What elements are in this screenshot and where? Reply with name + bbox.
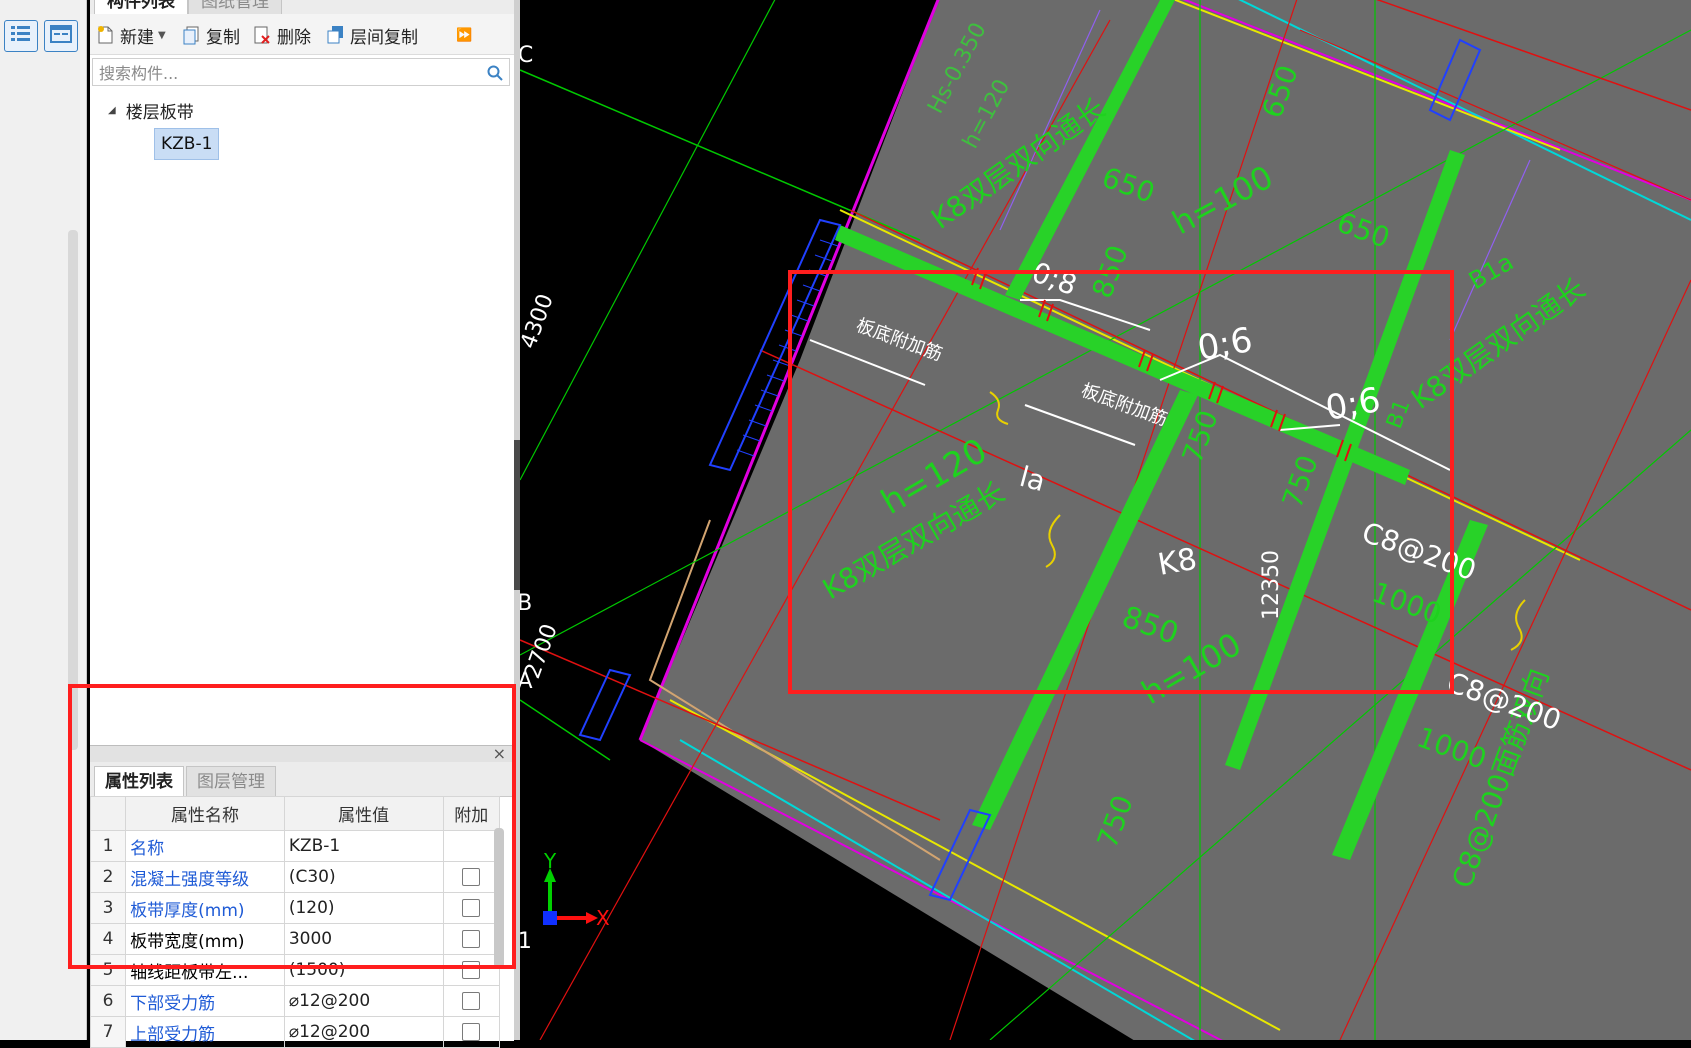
extra-checkbox[interactable]	[462, 961, 481, 979]
window-view-button[interactable]	[44, 20, 78, 52]
close-icon[interactable]: ×	[493, 744, 506, 763]
list-icon	[10, 24, 32, 48]
property-name: 上部受力筋	[125, 1016, 285, 1048]
tab-layer-manage[interactable]: 图层管理	[186, 766, 276, 797]
component-list-panel: 构件列表 图纸管理 新建 ▼ 复制 删除 层间复制 ⏩ ◢ 楼层板带 KZB-1	[90, 0, 515, 745]
property-tabs: 属性列表 图层管理	[90, 762, 514, 797]
dropdown-arrow-icon: ▼	[158, 29, 166, 41]
extra-checkbox[interactable]	[462, 992, 481, 1010]
property-value[interactable]: 3000	[283, 923, 444, 955]
window-icon	[50, 24, 72, 48]
tab-drawing-manage[interactable]: 图纸管理	[188, 0, 282, 14]
component-toolbar: 新建 ▼ 复制 删除 层间复制 ⏩	[90, 14, 514, 55]
axis-y-label: Y	[543, 849, 557, 873]
row-index: 2	[89, 861, 127, 893]
floor-copy-button[interactable]: 层间复制	[326, 22, 418, 48]
property-value[interactable]: ⌀12@200	[283, 985, 444, 1017]
component-tabs: 构件列表 图纸管理	[90, 0, 514, 14]
tree-node-floor-strip[interactable]: ◢ 楼层板带	[108, 98, 194, 123]
extra-checkbox[interactable]	[462, 868, 481, 886]
extra-checkbox[interactable]	[462, 899, 481, 917]
property-row[interactable]: 2 混凝土强度等级 (C30)	[89, 861, 501, 893]
row-index: 3	[89, 892, 127, 924]
cad-drawing-canvas[interactable]: 2-C 2-B 2-A 2-1 4300 2700 12350 Hs-0.350…	[520, 0, 1691, 1040]
dim-12350: 12350	[1259, 550, 1284, 620]
property-value[interactable]: ⌀12@200	[283, 1016, 444, 1048]
new-button[interactable]: 新建 ▼	[96, 22, 166, 48]
property-extra	[442, 830, 501, 862]
axis-label-21: 2-1	[520, 929, 532, 954]
axis-label-2b: 2-B	[520, 591, 532, 616]
collapse-triangle-icon[interactable]: ◢	[108, 105, 116, 116]
row-index: 4	[89, 923, 127, 955]
list-view-button[interactable]	[4, 20, 38, 52]
property-name: 下部受力筋	[125, 985, 285, 1017]
new-doc-icon	[98, 26, 113, 44]
floor-copy-icon	[327, 26, 343, 44]
delete-icon	[254, 26, 270, 44]
property-name: 名称	[125, 830, 285, 862]
property-extra	[442, 923, 501, 955]
property-value[interactable]: KZB-1	[283, 830, 444, 862]
extra-checkbox[interactable]	[462, 930, 481, 948]
search-icon[interactable]	[487, 65, 503, 81]
row-index: 1	[89, 830, 127, 862]
property-panel-header: ×	[90, 744, 514, 763]
property-value[interactable]: (1500)	[283, 954, 444, 986]
row-index: 6	[89, 985, 127, 1017]
property-row[interactable]: 4 板带宽度(mm) 3000	[89, 923, 501, 955]
text-k8: K8	[1155, 542, 1199, 583]
property-row[interactable]: 1 名称 KZB-1	[89, 830, 501, 862]
axis-x-label: X	[596, 906, 610, 930]
property-row[interactable]: 6 下部受力筋 ⌀12@200	[89, 985, 501, 1017]
property-extra	[442, 892, 501, 924]
property-name: 板带厚度(mm)	[125, 892, 285, 924]
header-extra: 附加	[442, 796, 501, 831]
property-extra	[442, 1016, 501, 1048]
property-scrollbar[interactable]	[494, 828, 504, 968]
more-tools-icon[interactable]: ⏩	[456, 22, 472, 48]
component-search-box	[92, 58, 510, 86]
property-name: 轴线距板带左...	[125, 954, 285, 986]
extra-checkbox[interactable]	[462, 1023, 481, 1041]
property-name: 混凝土强度等级	[125, 861, 285, 893]
property-row[interactable]: 3 板带厚度(mm) (120)	[89, 892, 501, 924]
property-extra	[442, 954, 501, 986]
row-index: 7	[89, 1016, 127, 1048]
copy-button[interactable]: 复制	[182, 22, 240, 48]
property-row[interactable]: 5 轴线距板带左... (1500)	[89, 954, 501, 986]
property-row[interactable]: 7 上部受力筋 ⌀12@200	[89, 1016, 501, 1048]
component-search-input[interactable]	[97, 61, 481, 85]
header-property-value: 属性值	[283, 796, 444, 831]
tree-item-kzb-1[interactable]: KZB-1	[154, 128, 220, 160]
property-value[interactable]: (C30)	[283, 861, 444, 893]
tab-component-list[interactable]: 构件列表	[94, 0, 188, 14]
delete-button[interactable]: 删除	[253, 22, 311, 48]
copy-icon	[183, 26, 199, 45]
axis-label-2c: 2-C	[520, 43, 533, 68]
side-scrollbar[interactable]	[68, 230, 78, 750]
left-side-strip	[0, 0, 87, 1040]
property-extra	[442, 861, 501, 893]
row-index: 5	[89, 954, 127, 986]
property-list-panel: × 属性列表 图层管理 属性名称 属性值 附加 1 名称 KZB-1 2 混凝土强度等级…	[89, 744, 514, 1048]
property-value[interactable]: (120)	[283, 892, 444, 924]
header-index	[89, 796, 127, 831]
property-extra	[442, 985, 501, 1017]
header-property-name: 属性名称	[125, 796, 285, 831]
property-name: 板带宽度(mm)	[125, 923, 285, 955]
property-table: 属性名称 属性值 附加 1 名称 KZB-1 2 混凝土强度等级 (C30) 3 板带厚度(m…	[89, 796, 501, 1048]
tab-property-list[interactable]: 属性列表	[94, 766, 184, 797]
